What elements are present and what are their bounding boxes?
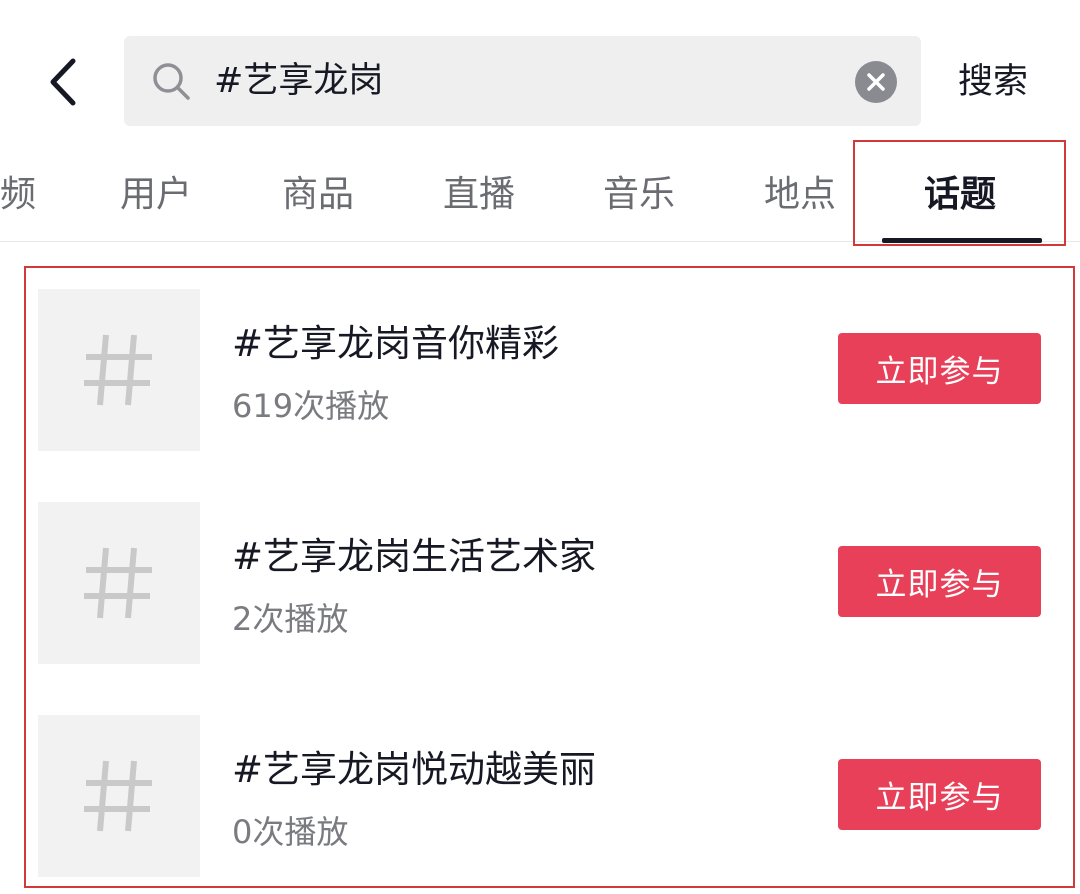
clear-icon: [867, 73, 885, 91]
topic-item[interactable]: #艺享龙岗悦动越美丽 0次播放 立即参与: [0, 715, 1080, 877]
back-button[interactable]: [34, 50, 90, 114]
search-button[interactable]: 搜索: [958, 52, 1028, 112]
clear-search-button[interactable]: [855, 61, 897, 103]
search-bar[interactable]: #艺享龙岗: [124, 36, 921, 126]
search-results-page: #艺享龙岗 搜索 频 用户 商品 直播 音乐 地点 话题 #艺享龙岗音你精彩 6…: [0, 0, 1080, 894]
topic-title: #艺享龙岗悦动越美丽: [232, 748, 597, 791]
topic-view-count: 0次播放: [232, 813, 349, 851]
join-topic-button[interactable]: 立即参与: [838, 333, 1041, 404]
topic-thumbnail: [38, 715, 200, 877]
join-topic-button[interactable]: 立即参与: [838, 759, 1041, 830]
topic-item[interactable]: #艺享龙岗音你精彩 619次播放 立即参与: [0, 289, 1080, 451]
topic-view-count: 2次播放: [232, 600, 349, 638]
tab-music[interactable]: 音乐: [559, 140, 719, 242]
hashtag-icon: [84, 334, 152, 406]
topic-title: #艺享龙岗生活艺术家: [232, 535, 597, 578]
search-input[interactable]: #艺享龙岗: [214, 36, 383, 126]
topic-thumbnail: [38, 289, 200, 451]
topic-view-count: 619次播放: [232, 387, 390, 425]
tab-highlight-box: [853, 140, 1066, 246]
topic-thumbnail: [38, 502, 200, 664]
hashtag-icon: [84, 547, 152, 619]
topic-title: #艺享龙岗音你精彩: [232, 322, 560, 365]
topic-item[interactable]: #艺享龙岗生活艺术家 2次播放 立即参与: [0, 502, 1080, 664]
tab-products[interactable]: 商品: [238, 140, 398, 242]
tab-users[interactable]: 用户: [76, 140, 236, 242]
join-topic-button[interactable]: 立即参与: [838, 546, 1041, 617]
search-icon: [153, 63, 190, 100]
tab-live[interactable]: 直播: [399, 140, 559, 242]
chevron-left-icon: [50, 58, 76, 106]
hashtag-icon: [84, 760, 152, 832]
